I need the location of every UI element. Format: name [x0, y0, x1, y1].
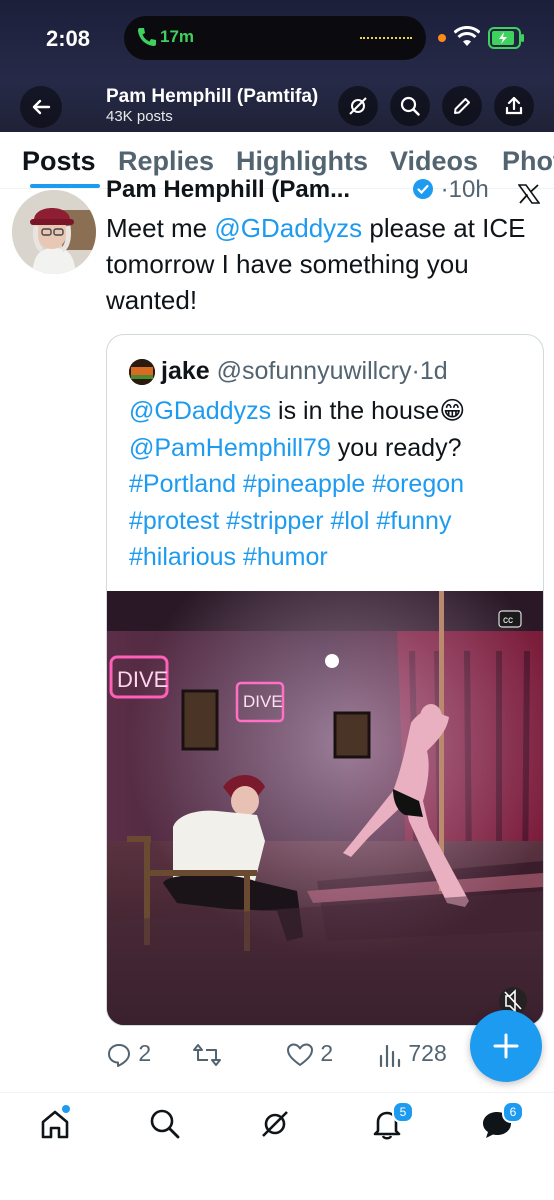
quoted-post[interactable]: jake @sofunnyuwillcry·1d @GDaddyzs is in… — [106, 334, 544, 1026]
quoted-author: jake — [161, 357, 210, 385]
repost-icon — [193, 1043, 221, 1066]
pencil-icon — [454, 98, 470, 114]
nav-grok[interactable] — [258, 1107, 298, 1147]
hashtag-link[interactable]: #stripper — [226, 507, 323, 535]
nav-notifications[interactable]: 5 — [370, 1101, 414, 1147]
views-button[interactable]: 728 — [378, 1040, 447, 1068]
hashtag-link[interactable]: #funny — [376, 507, 451, 535]
quoted-video[interactable]: DIVE DIVE cc — [107, 591, 543, 1025]
quoted-time: 1d — [419, 357, 448, 385]
tab-replies[interactable]: Replies — [118, 146, 214, 177]
call-timer: 17m — [160, 27, 195, 46]
hashtag-link[interactable]: #lol — [331, 507, 370, 535]
neon-sign-dive-2: DIVE — [243, 692, 283, 711]
messages-badge: 6 — [502, 1101, 524, 1123]
profile-name: Pam Hemphill (Pamtifa) — [106, 86, 319, 107]
author-avatar[interactable] — [12, 190, 96, 274]
back-button[interactable] — [20, 86, 62, 128]
post-count: 43K posts — [106, 108, 173, 125]
share-button[interactable] — [494, 86, 534, 126]
x-logo-icon — [517, 184, 541, 209]
hashtag-link[interactable]: #Portland — [129, 470, 236, 498]
phone-icon — [136, 26, 156, 53]
heart-icon — [287, 1043, 313, 1066]
nav-search[interactable] — [148, 1107, 188, 1147]
dynamic-island-call[interactable]: 17m — [124, 16, 426, 60]
like-button[interactable]: 2 — [286, 1040, 333, 1068]
nav-messages[interactable]: 6 — [480, 1101, 524, 1147]
author-name: Pam Hemphill (Pam... — [106, 176, 351, 203]
hashtag-link[interactable]: #hilarious — [129, 543, 236, 571]
quoted-handle: @sofunnyuwillcry — [216, 357, 412, 385]
reply-icon — [108, 1043, 130, 1067]
post-time: ·10h — [412, 176, 489, 207]
grok-icon — [262, 1111, 288, 1137]
home-unread-dot — [62, 1105, 70, 1113]
plus-icon — [493, 1033, 519, 1059]
bottom-nav: 5 6 — [0, 1093, 554, 1200]
repost-button[interactable] — [192, 1040, 222, 1068]
audio-waveform-icon — [360, 37, 412, 39]
grin-emoji: 😁 — [439, 397, 466, 425]
compose-button[interactable] — [470, 1010, 542, 1082]
post-text: Meet me @GDaddyzs please at ICE tomorrow… — [106, 213, 526, 315]
mention-link[interactable]: @PamHemphill79 — [129, 434, 331, 462]
tab-videos[interactable]: Videos — [390, 146, 478, 177]
hashtag-link[interactable]: #oregon — [372, 470, 464, 498]
notifications-badge: 5 — [392, 1101, 414, 1123]
search-button[interactable] — [390, 86, 430, 126]
post-author[interactable]: Pam Hemphill (Pam... — [106, 176, 436, 206]
quoted-header: jake @sofunnyuwillcry·1d — [161, 357, 448, 385]
verified-badge-icon — [412, 178, 434, 207]
tab-highlights[interactable]: Highlights — [236, 146, 368, 177]
status-time: 2:08 — [46, 26, 91, 51]
nav-home[interactable] — [38, 1105, 78, 1147]
hashtag-link[interactable]: #humor — [243, 543, 328, 571]
active-tab-indicator — [30, 184, 100, 188]
system-status — [438, 25, 528, 53]
mention-link[interactable]: @GDaddyzs — [214, 213, 362, 243]
quoted-avatar — [129, 359, 155, 385]
battery-icon — [488, 27, 526, 54]
search-icon — [400, 96, 420, 116]
hashtag-link[interactable]: #protest — [129, 507, 219, 535]
grok-icon — [349, 97, 367, 115]
neon-sign-dive: DIVE — [117, 667, 168, 692]
tab-posts[interactable]: Posts — [22, 146, 96, 177]
share-icon — [505, 96, 523, 115]
mention-link[interactable]: @GDaddyzs — [129, 397, 271, 425]
search-icon — [150, 1109, 180, 1139]
reply-button[interactable]: 2 — [106, 1040, 151, 1068]
quoted-text: @GDaddyzs is in the house😁 @PamHemphill79… — [129, 397, 466, 571]
arrow-left-icon — [32, 99, 51, 115]
grok-button[interactable] — [338, 86, 378, 126]
views-chart-icon — [379, 1044, 401, 1068]
tab-photos[interactable]: Photos — [502, 146, 554, 177]
closed-captions-icon: cc — [503, 615, 513, 626]
profile-header: 2:08 17m Pam Hemphill (Pamtifa) 43K post… — [0, 0, 554, 132]
mic-indicator-icon — [438, 34, 446, 42]
hashtag-link[interactable]: #pineapple — [243, 470, 365, 498]
edit-button[interactable] — [442, 86, 482, 126]
wifi-icon — [453, 25, 481, 53]
